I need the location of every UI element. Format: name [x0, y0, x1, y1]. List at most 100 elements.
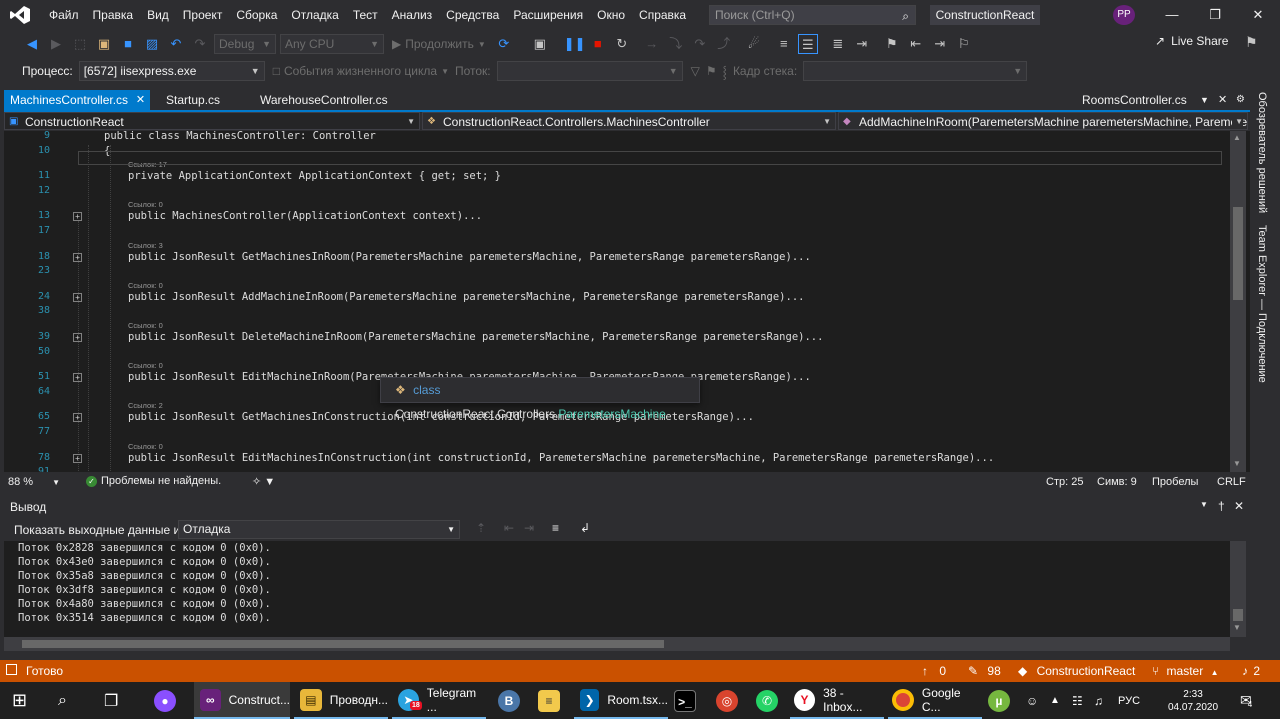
menu-build[interactable]: Сборка — [229, 0, 284, 30]
minimize-icon[interactable]: — — [1157, 5, 1187, 25]
redo-icon[interactable]: ↷ — [190, 34, 210, 54]
hot-reload-icon[interactable]: ☄ — [744, 34, 764, 54]
continue-button[interactable]: ▶ Продолжить ▼ — [392, 37, 486, 51]
code-cleanup-icon[interactable]: ✧ ▼ — [252, 475, 275, 488]
scroll-down-icon[interactable]: ▼ — [1233, 623, 1241, 632]
restart-icon[interactable]: ↻ — [612, 34, 632, 54]
people-icon[interactable]: ☺ — [1026, 682, 1038, 719]
start-button[interactable]: ⊞ — [12, 682, 36, 719]
settings-icon[interactable]: ⚙ — [1230, 90, 1251, 110]
visual-studio-logo-icon[interactable] — [10, 6, 30, 24]
output-text[interactable]: Поток 0x2828 завершился с кодом 0 (0x0).… — [4, 541, 1230, 637]
platform-select[interactable]: Any CPU ▼ — [280, 34, 384, 54]
project-select[interactable]: ▣ ConstructionReact ▼ — [4, 112, 420, 130]
tab-machines-controller[interactable]: MachinesController.cs ✕ — [4, 90, 151, 110]
menu-edit[interactable]: Правка — [86, 0, 141, 30]
menu-view[interactable]: Вид — [140, 0, 176, 30]
screenshot-icon[interactable]: ▣ — [530, 34, 550, 54]
menu-help[interactable]: Справка — [632, 0, 693, 30]
whatsapp-icon[interactable]: ✆ — [756, 682, 778, 719]
bookmark-icon[interactable]: ⚑ — [882, 34, 902, 54]
threads-icon[interactable]: ≡ — [774, 34, 794, 54]
close-icon[interactable]: ✕ — [136, 90, 145, 110]
output-source-select[interactable]: Отладка ▼ — [178, 520, 460, 539]
stack-frame-select[interactable]: ▼ — [803, 61, 1028, 81]
line-number[interactable]: Стр: 25 — [1046, 476, 1083, 488]
zoom-level[interactable]: 88 % ▼ — [8, 476, 60, 488]
back-icon[interactable]: ◀ — [22, 34, 42, 54]
pin-icon[interactable]: † — [1218, 499, 1225, 513]
tab-rooms-controller[interactable]: RoomsController.cs — [1076, 90, 1193, 110]
indentation-mode[interactable]: Пробелы — [1152, 476, 1198, 488]
expand-region-icon[interactable]: + — [73, 373, 82, 383]
close-icon[interactable]: ✕ — [1243, 5, 1273, 25]
open-folder-icon[interactable]: ▣ — [94, 34, 114, 54]
pause-icon[interactable]: ❚❚ — [564, 34, 586, 54]
class-select[interactable]: ❖ ConstructionReact.Controllers.Machines… — [422, 112, 836, 130]
step-over-icon[interactable]: ↷ — [690, 34, 710, 54]
find-message-icon[interactable]: ⇡ — [476, 521, 486, 535]
taskbar-explorer[interactable]: ▤ Проводн... — [294, 682, 388, 719]
live-share-button[interactable]: ↗ Live Share — [1155, 34, 1228, 48]
member-select[interactable]: ◆ AddMachineInRoom(ParemetersMachine par… — [838, 112, 1248, 130]
step-out-icon[interactable]: ⤴ — [714, 34, 734, 54]
menu-window[interactable]: Окно — [590, 0, 632, 30]
new-item-icon[interactable]: ⬚ — [70, 34, 90, 54]
search-icon[interactable]: ⌕ — [58, 682, 67, 719]
output-vertical-scrollbar[interactable]: ▼ — [1230, 541, 1246, 637]
scroll-down-icon[interactable]: ▼ — [1233, 459, 1241, 468]
expand-region-icon[interactable]: + — [73, 292, 82, 302]
network-icon[interactable]: ☷ — [1072, 682, 1083, 719]
filter-icon[interactable]: ▽ — [691, 64, 700, 78]
vk-icon[interactable]: B — [498, 682, 520, 719]
tab-startup[interactable]: Startup.cs — [160, 90, 226, 110]
menu-debug[interactable]: Отладка — [284, 0, 345, 30]
prev-message-icon[interactable]: ⇤ — [504, 521, 514, 535]
menu-tools[interactable]: Средства — [439, 0, 506, 30]
alice-icon[interactable]: ● — [154, 682, 176, 719]
configuration-select[interactable]: Debug ▼ — [214, 34, 276, 54]
taskbar-vscode[interactable]: ❯ Room.tsx... — [574, 682, 668, 719]
show-next-statement-icon[interactable]: → — [642, 34, 662, 54]
output-scroll-thumb[interactable] — [1233, 609, 1243, 621]
flag-icon[interactable]: ⚑ — [706, 64, 717, 78]
git-client-icon[interactable]: ◎ — [716, 682, 738, 719]
expand-region-icon[interactable]: + — [73, 212, 82, 222]
process-select[interactable]: [6572] iisexpress.exe ▼ — [78, 61, 265, 81]
panel-menu-icon[interactable]: ▼ — [1200, 500, 1208, 509]
input-language[interactable]: РУС — [1118, 682, 1140, 719]
utorrent-icon[interactable]: µ — [988, 682, 1010, 719]
editor-scrollbar[interactable]: ▲ ▼ — [1230, 131, 1246, 472]
branch-button[interactable]: ⑂ master ▲ — [1152, 664, 1219, 678]
output-hscroll-thumb[interactable] — [22, 640, 664, 648]
notifications-button[interactable]: ♪ 2 — [1242, 664, 1260, 678]
taskbar-visual-studio[interactable]: ∞ Construct... — [194, 682, 290, 719]
feedback-icon[interactable]: ⚑ — [1245, 34, 1258, 51]
menu-project[interactable]: Проект — [176, 0, 230, 30]
output-horizontal-scrollbar[interactable] — [4, 637, 1230, 651]
next-bookmark-icon[interactable]: ⇥ — [930, 34, 950, 54]
thread-select[interactable]: ▼ — [496, 61, 683, 81]
stop-icon[interactable]: ■ — [588, 34, 608, 54]
action-center-button[interactable]: ✉ 4 — [1240, 682, 1252, 719]
menu-test[interactable]: Тест — [346, 0, 385, 30]
split-icon[interactable]: ⸾ — [723, 63, 727, 80]
taskbar-yandex[interactable]: Y 38 - Inbox... — [790, 682, 884, 719]
expand-region-icon[interactable]: + — [73, 252, 82, 262]
line-ending[interactable]: CRLF — [1217, 476, 1246, 488]
save-all-icon[interactable]: ▨ — [142, 34, 162, 54]
indent-icon[interactable]: ⇥ — [852, 34, 872, 54]
problems-indicator[interactable]: ✓ Проблемы не найдены. — [86, 475, 221, 487]
forward-icon[interactable]: ▶ — [46, 34, 66, 54]
comment-icon[interactable]: ☰ — [797, 34, 818, 54]
format-icon[interactable]: ≣ — [828, 34, 848, 54]
taskbar-telegram[interactable]: ➤ 18 Telegram ... — [392, 682, 486, 719]
restore-icon[interactable]: ❐ — [1200, 5, 1230, 25]
notes-icon[interactable]: ≡ — [538, 682, 560, 719]
menu-analyze[interactable]: Анализ — [385, 0, 440, 30]
refresh-icon[interactable]: ⟳ — [494, 34, 514, 54]
solution-explorer-tab[interactable]: Обозреватель решений — [1256, 92, 1268, 213]
clear-all-icon[interactable]: ≡ — [552, 521, 559, 535]
taskbar-chrome[interactable]: Google C... — [888, 682, 982, 719]
clock[interactable]: 2:33 04.07.2020 — [1168, 682, 1218, 719]
